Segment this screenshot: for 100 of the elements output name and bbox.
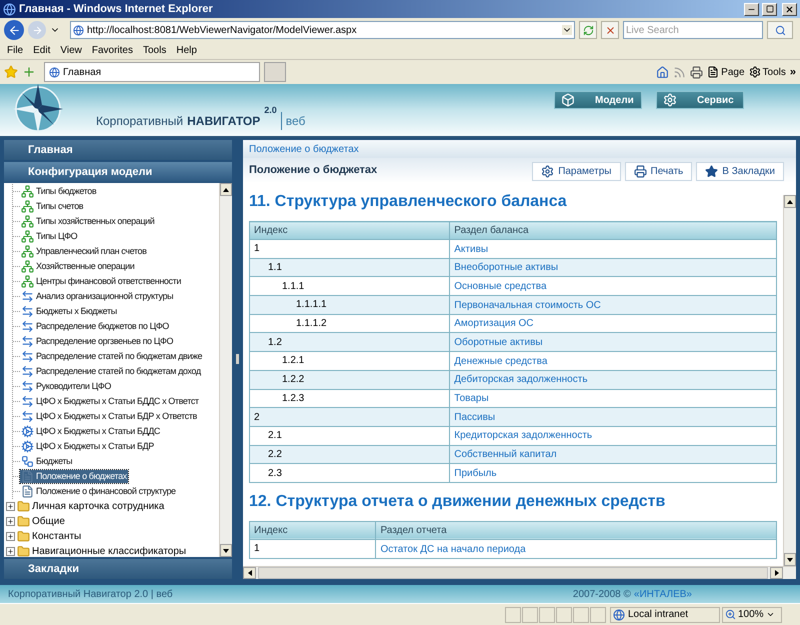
tree-item[interactable]: Распределение статей по бюджетам доход <box>20 364 202 378</box>
close-button[interactable] <box>782 2 797 16</box>
hierarchy-icon <box>21 245 34 258</box>
table-cell: 1 <box>250 539 376 558</box>
tree-item[interactable]: Хозяйственные операции <box>20 260 136 274</box>
expand-toggle[interactable] <box>6 532 15 541</box>
action-button[interactable]: Печать <box>624 162 692 181</box>
stop-button[interactable] <box>601 21 619 39</box>
expand-toggle[interactable] <box>6 502 15 511</box>
menu-item[interactable]: Tools <box>138 43 170 58</box>
plus-icon <box>7 533 14 540</box>
tree-item[interactable]: Типы бюджетов <box>20 184 98 198</box>
dropdown-icon <box>766 610 775 619</box>
tree-folder[interactable]: Личная карточка сотрудника <box>32 499 164 514</box>
table-cell: 1.1.1.1 <box>250 296 450 314</box>
table-cell: 1 <box>250 240 450 258</box>
section-link[interactable]: Товары <box>454 393 489 404</box>
section-link[interactable]: Собственный капитал <box>454 449 557 460</box>
nav-button[interactable]: Модели <box>554 91 642 109</box>
tree-item[interactable]: Распределение оргзвеньев по ЦФО <box>20 334 174 348</box>
sidebar-section[interactable]: Главная <box>4 140 232 160</box>
sidebar-section[interactable]: Конфигурация модели <box>4 162 232 182</box>
tree-item[interactable]: Руководители ЦФО <box>20 380 112 394</box>
more-button[interactable]: » <box>790 64 796 80</box>
section-link[interactable]: Внеоборотные активы <box>454 262 558 274</box>
star-icon <box>705 165 718 178</box>
section-link[interactable]: Основные средства <box>454 280 547 292</box>
page-title: Положение о бюджетах <box>249 163 378 178</box>
refresh-button[interactable] <box>579 21 597 39</box>
tree-item[interactable]: Распределение статей по бюджетам движе <box>20 350 204 364</box>
expand-toggle[interactable] <box>6 517 15 526</box>
add-favorite-icon[interactable] <box>22 65 36 79</box>
browser-tab[interactable]: Главная <box>44 62 260 82</box>
section-link[interactable]: Пассивы <box>454 412 496 423</box>
table-cell: 2.3 <box>250 464 450 482</box>
print-icon[interactable] <box>690 66 704 78</box>
tree-item[interactable]: ЦФО x Бюджеты x Статьи БДДС x Ответст <box>20 394 200 408</box>
tree-item[interactable]: Типы ЦФО <box>20 230 78 244</box>
section-link[interactable]: Прибыль <box>454 468 497 479</box>
arrows-icon <box>21 380 34 393</box>
folder-icon <box>17 545 30 557</box>
dropdown-icon[interactable] <box>562 25 572 35</box>
tree-item[interactable]: Управленческий план счетов <box>20 244 148 258</box>
menu-item[interactable]: File <box>3 43 28 58</box>
search-button[interactable] <box>767 21 793 39</box>
tree-item[interactable]: Типы хозяйственных операций <box>20 214 156 228</box>
zoom-icon <box>725 609 736 620</box>
scrollbar[interactable] <box>783 195 796 566</box>
tree-folder[interactable]: Константы <box>32 529 82 544</box>
back-button[interactable] <box>4 20 24 40</box>
tree-item[interactable]: Бюджеты <box>20 454 74 468</box>
page-menu[interactable]: Page <box>707 64 745 80</box>
back-icon <box>8 24 20 36</box>
menu-item[interactable]: Help <box>172 43 201 58</box>
menu-item[interactable]: View <box>56 43 86 58</box>
breadcrumb-link[interactable]: Положение о бюджетах <box>249 142 359 156</box>
section-link[interactable]: Денежные средства <box>454 356 548 367</box>
hierarchy-icon <box>21 215 34 228</box>
arrows-icon <box>21 290 34 303</box>
section-link[interactable]: Оборотные активы <box>454 337 543 348</box>
splitter-handle[interactable] <box>236 354 239 364</box>
expand-toggle[interactable] <box>6 547 15 556</box>
section-link[interactable]: Активы <box>454 244 488 255</box>
folder-icon <box>17 530 30 543</box>
minimize-button[interactable] <box>744 2 759 16</box>
arrows-icon <box>21 305 34 318</box>
action-button[interactable]: Параметры <box>532 162 620 181</box>
tree-item[interactable]: ЦФО x Бюджеты x Статьи БДР <box>20 440 155 454</box>
tree-folder[interactable]: Общие <box>32 514 65 529</box>
menu-item[interactable]: Edit <box>29 43 54 58</box>
report-icon <box>21 485 34 498</box>
tree-item[interactable]: ЦФО x Бюджеты x Статьи БДР x Ответств <box>20 410 198 424</box>
gear-icon <box>748 66 761 78</box>
status-pane <box>505 606 521 622</box>
maximize-button[interactable] <box>762 2 777 16</box>
section-link[interactable]: Амортизация ОС <box>454 318 534 330</box>
tree-item[interactable]: Положение о финансовой структуре <box>20 484 177 498</box>
diagram-icon <box>21 455 34 468</box>
tree-item[interactable]: Типы счетов <box>20 200 84 214</box>
tree-item[interactable]: Бюджеты x Бюджеты <box>20 304 118 318</box>
tree-folder[interactable]: Навигационные классификаторы <box>32 544 186 557</box>
nav-button[interactable]: Сервис <box>656 91 744 109</box>
horizontal-scrollbar[interactable] <box>243 566 796 579</box>
sidebar-section[interactable]: Закладки <box>4 559 232 579</box>
tree-item[interactable]: Анализ организационной структуры <box>20 290 174 304</box>
tree-item[interactable]: Распределение бюджетов по ЦФО <box>20 320 170 334</box>
search-field[interactable]: Live Search <box>623 21 763 39</box>
tree-item[interactable]: ЦФО x Бюджеты x Статьи БДДС <box>20 424 161 438</box>
address-field[interactable]: http://localhost:8081/WebViewerNavigator/ModelViewer.aspx <box>70 21 575 39</box>
action-button[interactable]: В Закладки <box>696 162 784 181</box>
arrows-icon <box>21 365 34 378</box>
menu-item[interactable]: Favorites <box>88 43 137 58</box>
zoom-control[interactable]: 100% <box>722 606 782 622</box>
tree-item[interactable]: Центры финансовой ответственности <box>20 274 182 288</box>
tools-menu[interactable]: Tools <box>748 64 786 80</box>
gear-icon <box>663 93 677 107</box>
scrollbar[interactable] <box>219 183 232 557</box>
tree-item[interactable]: Положение о бюджетах <box>20 470 128 484</box>
home-icon[interactable] <box>656 66 670 78</box>
gear-icon <box>21 425 34 438</box>
